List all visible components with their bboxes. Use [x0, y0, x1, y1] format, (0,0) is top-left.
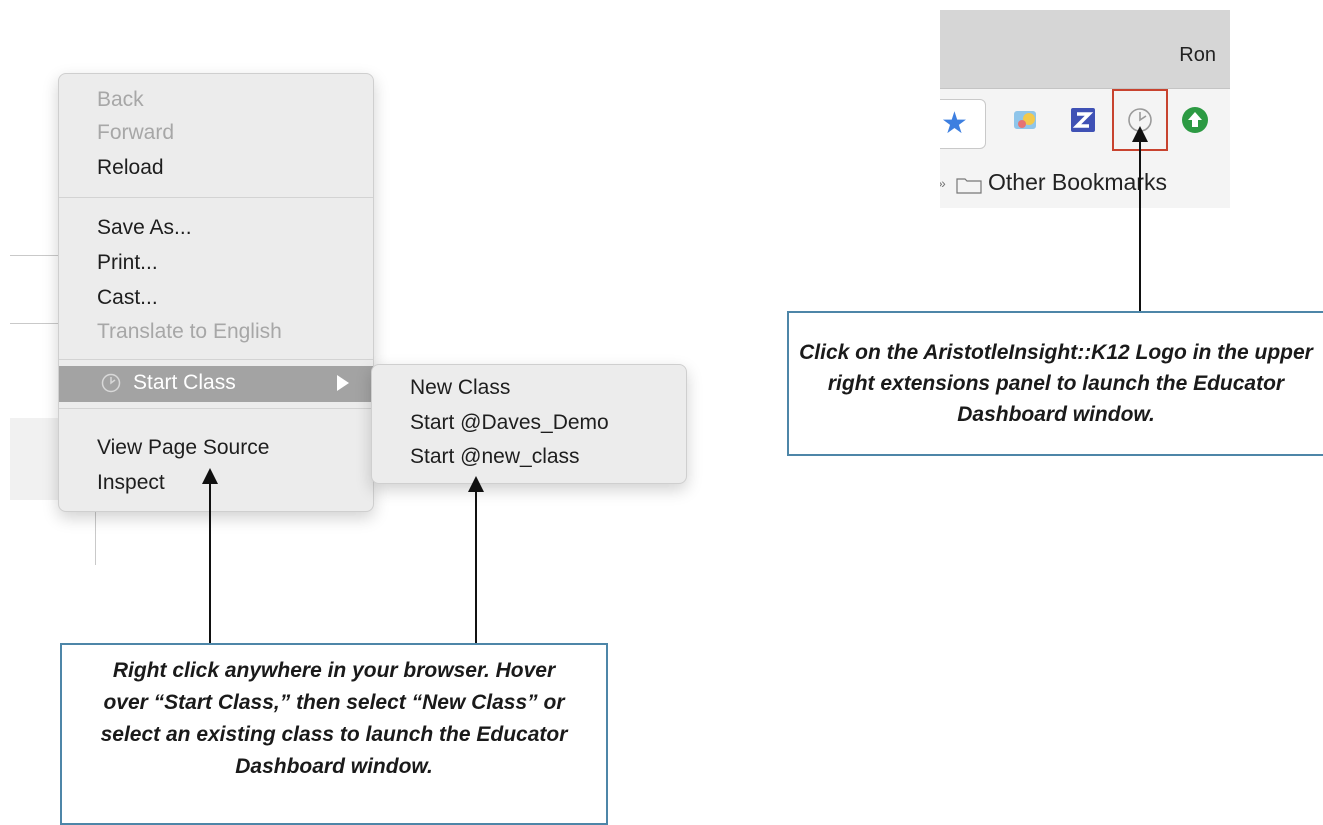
menu-item-inspect[interactable]: Inspect	[97, 469, 165, 497]
bookmarks-overflow-icon[interactable]: »	[940, 175, 946, 191]
start-class-label: Start Class	[133, 371, 236, 394]
browser-toolbar-crop: Ron ★ » Other Bookmarks	[940, 10, 1230, 208]
image-extension-icon[interactable]	[1010, 105, 1040, 135]
menu-item-translate: Translate to English	[97, 320, 282, 343]
extension-callout: Click on the AristotleInsight::K12 Logo …	[787, 311, 1323, 456]
z-extension-icon[interactable]	[1068, 105, 1098, 135]
menu-item-reload[interactable]: Reload	[97, 154, 164, 182]
browser-toolbar: ★ » Other Bookmarks	[940, 88, 1230, 208]
pointer-arrow-line	[1139, 140, 1141, 312]
pointer-arrow-line	[475, 490, 477, 644]
pointer-arrow-head	[1132, 126, 1148, 142]
submenu-item-new-class[interactable]: New Class	[410, 374, 510, 402]
context-menu: Back Forward Reload Save As... Print... …	[58, 73, 374, 512]
menu-separator	[59, 197, 373, 198]
menu-separator	[59, 359, 373, 360]
folder-icon	[956, 178, 982, 194]
background-line	[10, 255, 58, 256]
extension-callout-text: Click on the AristotleInsight::K12 Logo …	[799, 341, 1313, 426]
submenu-item-new-class-existing[interactable]: Start @new_class	[410, 443, 580, 471]
menu-separator	[59, 408, 373, 409]
omnibox[interactable]: ★	[940, 99, 986, 149]
pointer-arrow-head	[468, 476, 484, 492]
menu-item-start-class[interactable]: Start Class	[59, 366, 373, 402]
start-class-submenu: New Class Start @Daves_Demo Start @new_c…	[371, 364, 687, 484]
menu-item-print[interactable]: Print...	[97, 249, 158, 277]
star-icon[interactable]: ★	[941, 104, 968, 144]
green-up-arrow-icon[interactable]	[1180, 105, 1210, 135]
menu-item-view-page-source[interactable]: View Page Source	[97, 434, 269, 462]
background-line	[95, 505, 96, 565]
pointer-arrow-head	[202, 468, 218, 484]
menu-callout-text: Right click anywhere in your browser. Ho…	[100, 659, 568, 778]
menu-item-cast[interactable]: Cast...	[97, 284, 158, 312]
browser-tab-bar: Ron	[940, 10, 1230, 88]
submenu-item-daves-demo[interactable]: Start @Daves_Demo	[410, 409, 609, 437]
pointer-arrow-line	[209, 482, 211, 644]
aristotle-clock-icon	[101, 373, 121, 393]
menu-item-forward: Forward	[97, 121, 175, 144]
background-line	[10, 323, 58, 324]
menu-item-save-as[interactable]: Save As...	[97, 214, 192, 242]
menu-item-back: Back	[97, 88, 144, 111]
profile-name[interactable]: Ron	[1179, 44, 1216, 67]
menu-callout: Right click anywhere in your browser. Ho…	[60, 643, 608, 825]
submenu-arrow-icon	[337, 375, 349, 391]
